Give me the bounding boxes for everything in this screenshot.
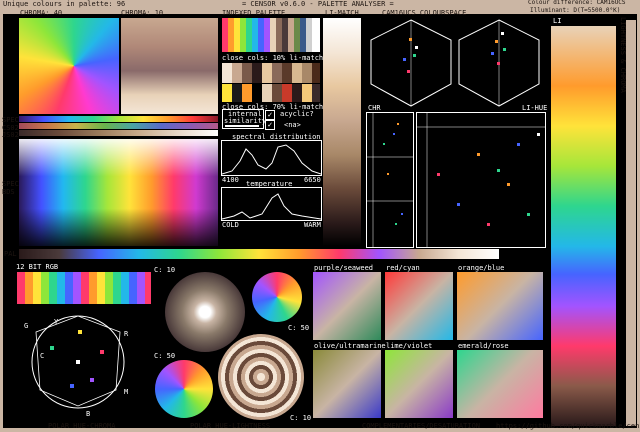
similarity-bar xyxy=(225,125,259,127)
spectral-curve xyxy=(221,144,322,175)
pair-purple-seaweed-label: purple/seaweed xyxy=(314,264,374,272)
cs02-bar xyxy=(19,123,218,129)
cold-label: COLD xyxy=(222,221,239,229)
li-match-label: LI-MATCH xyxy=(325,9,359,17)
wheel-y-label: Y xyxy=(54,318,59,326)
indexed-palette-label: INDEXED PALETTE xyxy=(222,9,286,17)
rgb12-grid xyxy=(17,272,151,304)
close-cols-10-label: close cols: 10% li-match xyxy=(222,54,324,62)
chr-scatter xyxy=(367,113,413,247)
wl-max-label: 6650 xyxy=(304,176,321,184)
js02-bar xyxy=(19,130,218,136)
complementaries-label: COMPLEMENTARIES/DESATURATION xyxy=(362,422,481,430)
polar-hue-lightness-c10 xyxy=(165,272,245,352)
c50-b-label: C: 50 xyxy=(154,352,176,360)
similarity-label: similarity xyxy=(224,117,267,125)
pair-purple-seaweed-map xyxy=(313,272,381,340)
wheel-m-label: M xyxy=(124,388,129,396)
pair-orange-blue-map xyxy=(457,272,543,340)
chroma40-label: CHROMA: 40 xyxy=(20,9,63,17)
warm-label: WARM xyxy=(304,221,321,229)
colour-difference-label: Colour difference: CAM16UCS xyxy=(528,0,626,6)
chroma40-map xyxy=(19,18,119,114)
acyclic-label: acyclic? xyxy=(280,110,314,118)
chroma10-map xyxy=(121,18,218,114)
cam16ucs-plot xyxy=(365,18,545,110)
pair-olive-ultramarine-label: olive/ultramarine xyxy=(314,342,386,350)
spectral-distribution-plot xyxy=(221,140,322,176)
pair-red-cyan-map xyxy=(385,272,453,340)
chr-label: CHR xyxy=(368,104,381,112)
chroma10-label: CHROMA: 10 xyxy=(121,9,164,17)
na-label: <na> xyxy=(284,121,301,129)
js02-label: JS02 xyxy=(2,131,19,139)
pair-olive-ultramarine-map xyxy=(313,350,381,418)
li-hue-scatter xyxy=(417,113,545,247)
pair-emerald-rose-label: emerald/rose xyxy=(458,342,509,350)
polar-hue-lightness-c50b xyxy=(155,360,213,418)
wheel-r-label: R xyxy=(124,330,129,338)
pair-orange-blue-label: orange/blue xyxy=(458,264,505,272)
li-hue-plot xyxy=(416,112,546,248)
wl-min-label: 4100 xyxy=(222,176,239,184)
github-link[interactable]: https://github.com/quickmarble/censor xyxy=(496,422,640,430)
indexed-palette-grid xyxy=(222,18,320,52)
illuminant-label: Illuminant: D(T=5500.0°K) xyxy=(530,7,621,14)
pair-lime-violet-label: lime/violet xyxy=(386,342,433,350)
pair-lime-violet-map xyxy=(385,350,453,418)
c50-a-label: C: 50 xyxy=(288,324,310,332)
spec-bar xyxy=(19,116,218,122)
unique-colours-label: Unique colours in palette: 96 xyxy=(3,0,126,8)
chr-plot xyxy=(366,112,414,248)
li-hue-label: LI-HUE xyxy=(522,104,548,112)
cam16ucs-cubes xyxy=(370,19,540,107)
pal-label: PAL xyxy=(4,250,17,258)
polar-hue-chroma-wheel xyxy=(20,310,138,410)
polar-hue-chroma-label: POLAR HUE-CHROMA xyxy=(48,422,116,430)
hue-chroma-hexagon xyxy=(31,315,125,409)
pair-red-cyan-label: red/cyan xyxy=(386,264,420,272)
rgb12-label: 12 BIT RGB xyxy=(16,263,59,271)
wheel-g-label: G xyxy=(24,322,29,330)
app-title: = CENSOR v0.6.0 - PALETTE ANALYSER = xyxy=(242,0,394,8)
spectral-bands-map xyxy=(19,139,218,246)
temperature-plot xyxy=(221,187,322,221)
polar-hue-lightness-label: POLAR HUE-LIGHTNESS xyxy=(190,422,271,430)
cam16ucs-label: CAM16UCS COLOURSPACE xyxy=(382,9,467,17)
polar-hue-lightness-c50 xyxy=(252,272,302,322)
li-label: LI xyxy=(553,17,562,25)
pair-emerald-rose-map xyxy=(457,350,543,418)
li-match-strip xyxy=(323,18,361,246)
wheel-b-label: B xyxy=(86,410,91,418)
right-rail xyxy=(626,20,636,426)
c10-b-label: C: 10 xyxy=(290,414,312,422)
close-cols-10-grid xyxy=(222,63,320,83)
checkbox-checked-icon-2[interactable]: ✓ xyxy=(265,120,275,130)
spec-bds-label: SPEC BDS xyxy=(2,180,19,196)
temperature-curve xyxy=(221,193,322,220)
c10-a-label: C: 10 xyxy=(154,266,176,274)
checkbox-checked-icon[interactable]: ✓ xyxy=(265,110,275,120)
lightness-chroma-column xyxy=(551,26,616,426)
polar-hue-lightness-c10b xyxy=(218,334,304,420)
close-cols-10-grid-2 xyxy=(222,84,320,102)
spec-label: SPEC xyxy=(2,116,19,124)
wheel-c-label: C xyxy=(40,352,45,360)
palette-strip xyxy=(19,249,499,259)
